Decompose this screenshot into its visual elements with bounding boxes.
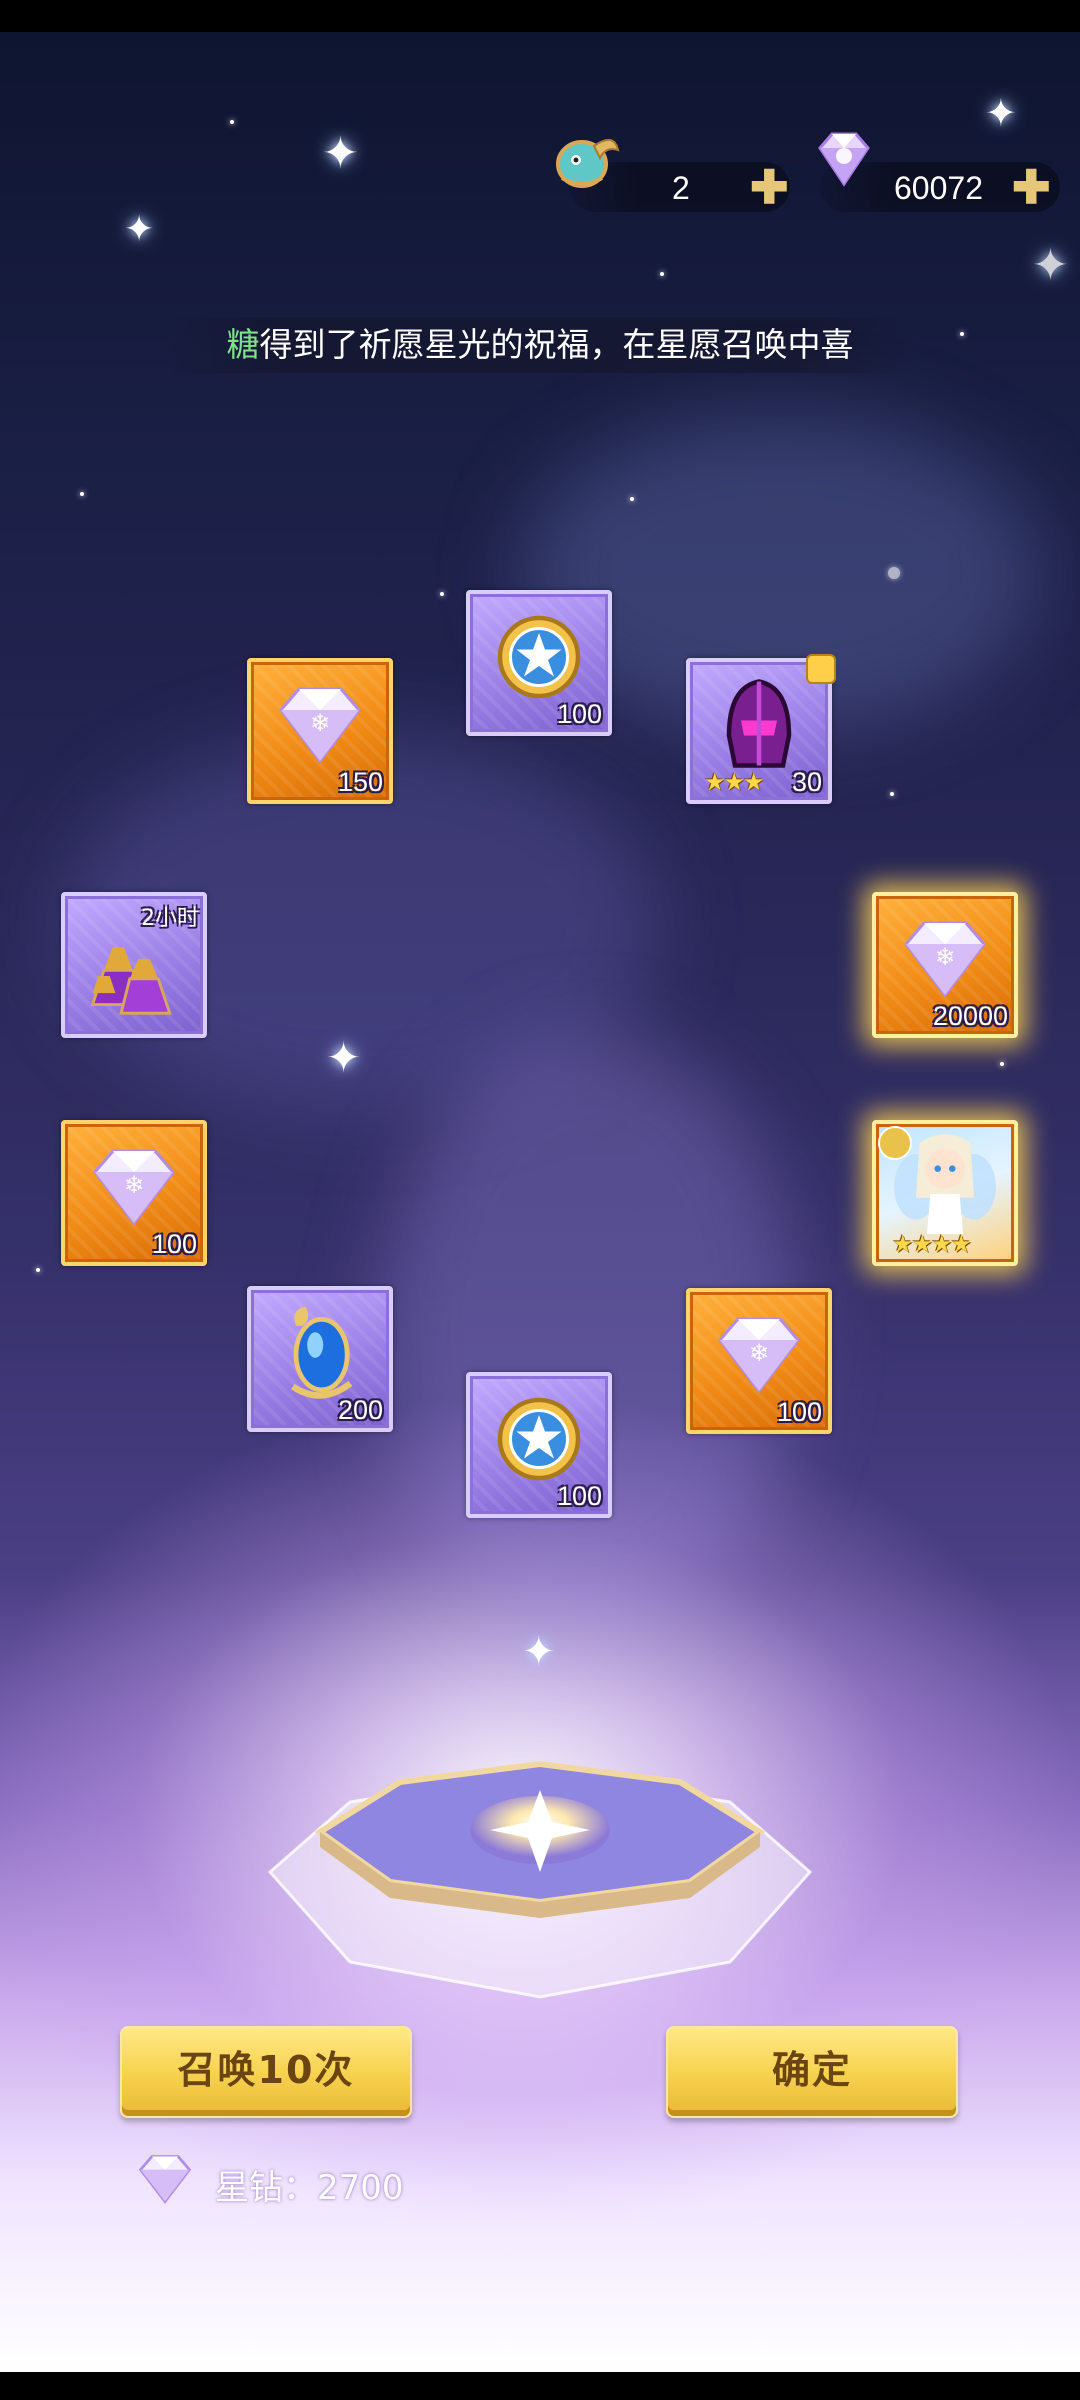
svg-text:❄: ❄ (124, 1171, 144, 1199)
status-bar (0, 0, 1080, 32)
star-dot (230, 120, 234, 124)
reward-tile[interactable]: 100 (466, 590, 612, 736)
pet-egg-icon (556, 139, 620, 188)
star-dot (440, 592, 444, 596)
sparkle-star: ✦ (1032, 240, 1069, 291)
star-diamond-icon (138, 2155, 192, 2204)
svg-text:❄: ❄ (310, 709, 330, 737)
navigation-bar (0, 2372, 1080, 2400)
reward-tile[interactable]: ❄ 20000 (872, 892, 1018, 1038)
star-dot (660, 272, 664, 276)
broadcast-message: 糖得到了祈愿星光的祝福，在星愿召唤中喜 (170, 317, 910, 373)
reward-quantity: 100 (151, 1229, 197, 1259)
reward-quantity: 100 (556, 1481, 602, 1511)
blue-gem-icon (291, 1307, 353, 1400)
reward-quantity: 200 (337, 1395, 383, 1425)
broadcast-text: 得到了祈愿星光的祝福，在星愿召唤中喜 (259, 325, 854, 364)
svg-text:❄: ❄ (749, 1339, 769, 1367)
summon-coin-icon (497, 616, 581, 699)
duration-tag: 2小时 (141, 906, 199, 931)
purple-helmet-icon (726, 679, 792, 769)
tree-badge-icon (878, 1126, 912, 1160)
cost-label: 星钻：2700 (215, 2168, 404, 2208)
sparkle-star: ✦ (985, 91, 1017, 135)
star-diamond-icon: ❄ (279, 687, 361, 764)
sparkle-star: ✦ (522, 1629, 556, 1675)
svg-text:❄: ❄ (935, 943, 955, 971)
star-dot (960, 332, 964, 336)
star-diamond-icon: ❄ (904, 921, 986, 998)
potion-bottles-icon (90, 947, 172, 1015)
summon-scene: ✦ ✦ ✦ ✦ ✦ ✦ 2 ✚ 60072 ✚ 糖得到了祈愿星光的祝福，在星愿召… (0, 32, 1080, 2372)
reward-quantity: 100 (556, 699, 602, 729)
reward-tile[interactable]: 200 (247, 1286, 393, 1432)
star-diamond-icon: ❄ (718, 1317, 800, 1394)
star-dot (80, 492, 84, 496)
add-gem-currency-button[interactable]: ✚ (1012, 160, 1051, 214)
player-name: 糖 (226, 325, 260, 364)
reward-quantity: 150 (337, 767, 383, 797)
reward-tile[interactable]: ❄ 100 (61, 1120, 207, 1266)
reward-tile[interactable]: ❄ 100 (686, 1288, 832, 1434)
pet-currency-amount: 2 (672, 170, 690, 206)
summon-coin-icon (497, 1398, 581, 1481)
star-diamond-icon (818, 132, 870, 187)
add-pet-currency-button[interactable]: ✚ (750, 160, 789, 214)
reward-quantity: 20000 (932, 1001, 1008, 1031)
rarity-stars: ★★★ (704, 768, 765, 796)
star-diamond-icon: ❄ (93, 1149, 175, 1226)
star-dot (1000, 1062, 1004, 1066)
reward-quantity: 100 (776, 1397, 822, 1427)
summon-10x-button[interactable]: 召唤10次 (120, 2026, 412, 2118)
sparkle-star: ✦ (326, 1033, 362, 1082)
reward-quantity: 30 (791, 767, 822, 797)
reward-tile[interactable]: 100 (466, 1372, 612, 1518)
reward-tile[interactable]: ★★★★ (872, 1120, 1018, 1266)
star-dot (36, 1268, 40, 1272)
reward-tile[interactable]: ❄ 150 (247, 658, 393, 804)
summon-platform (267, 1760, 813, 1999)
star-dot (630, 497, 634, 501)
puzzle-piece-icon (808, 656, 834, 682)
reward-tile[interactable]: 2小时 (61, 892, 207, 1038)
rarity-stars: ★★★★ (892, 1230, 972, 1258)
sparkle-star: ✦ (322, 128, 359, 179)
confirm-button[interactable]: 确定 (666, 2026, 958, 2118)
gem-currency-amount: 60072 (894, 170, 983, 206)
sparkle-star: ✦ (124, 209, 155, 250)
star-dot (888, 567, 900, 579)
reward-tile[interactable]: ★★★ 30 (686, 656, 834, 804)
star-dot (890, 792, 894, 796)
